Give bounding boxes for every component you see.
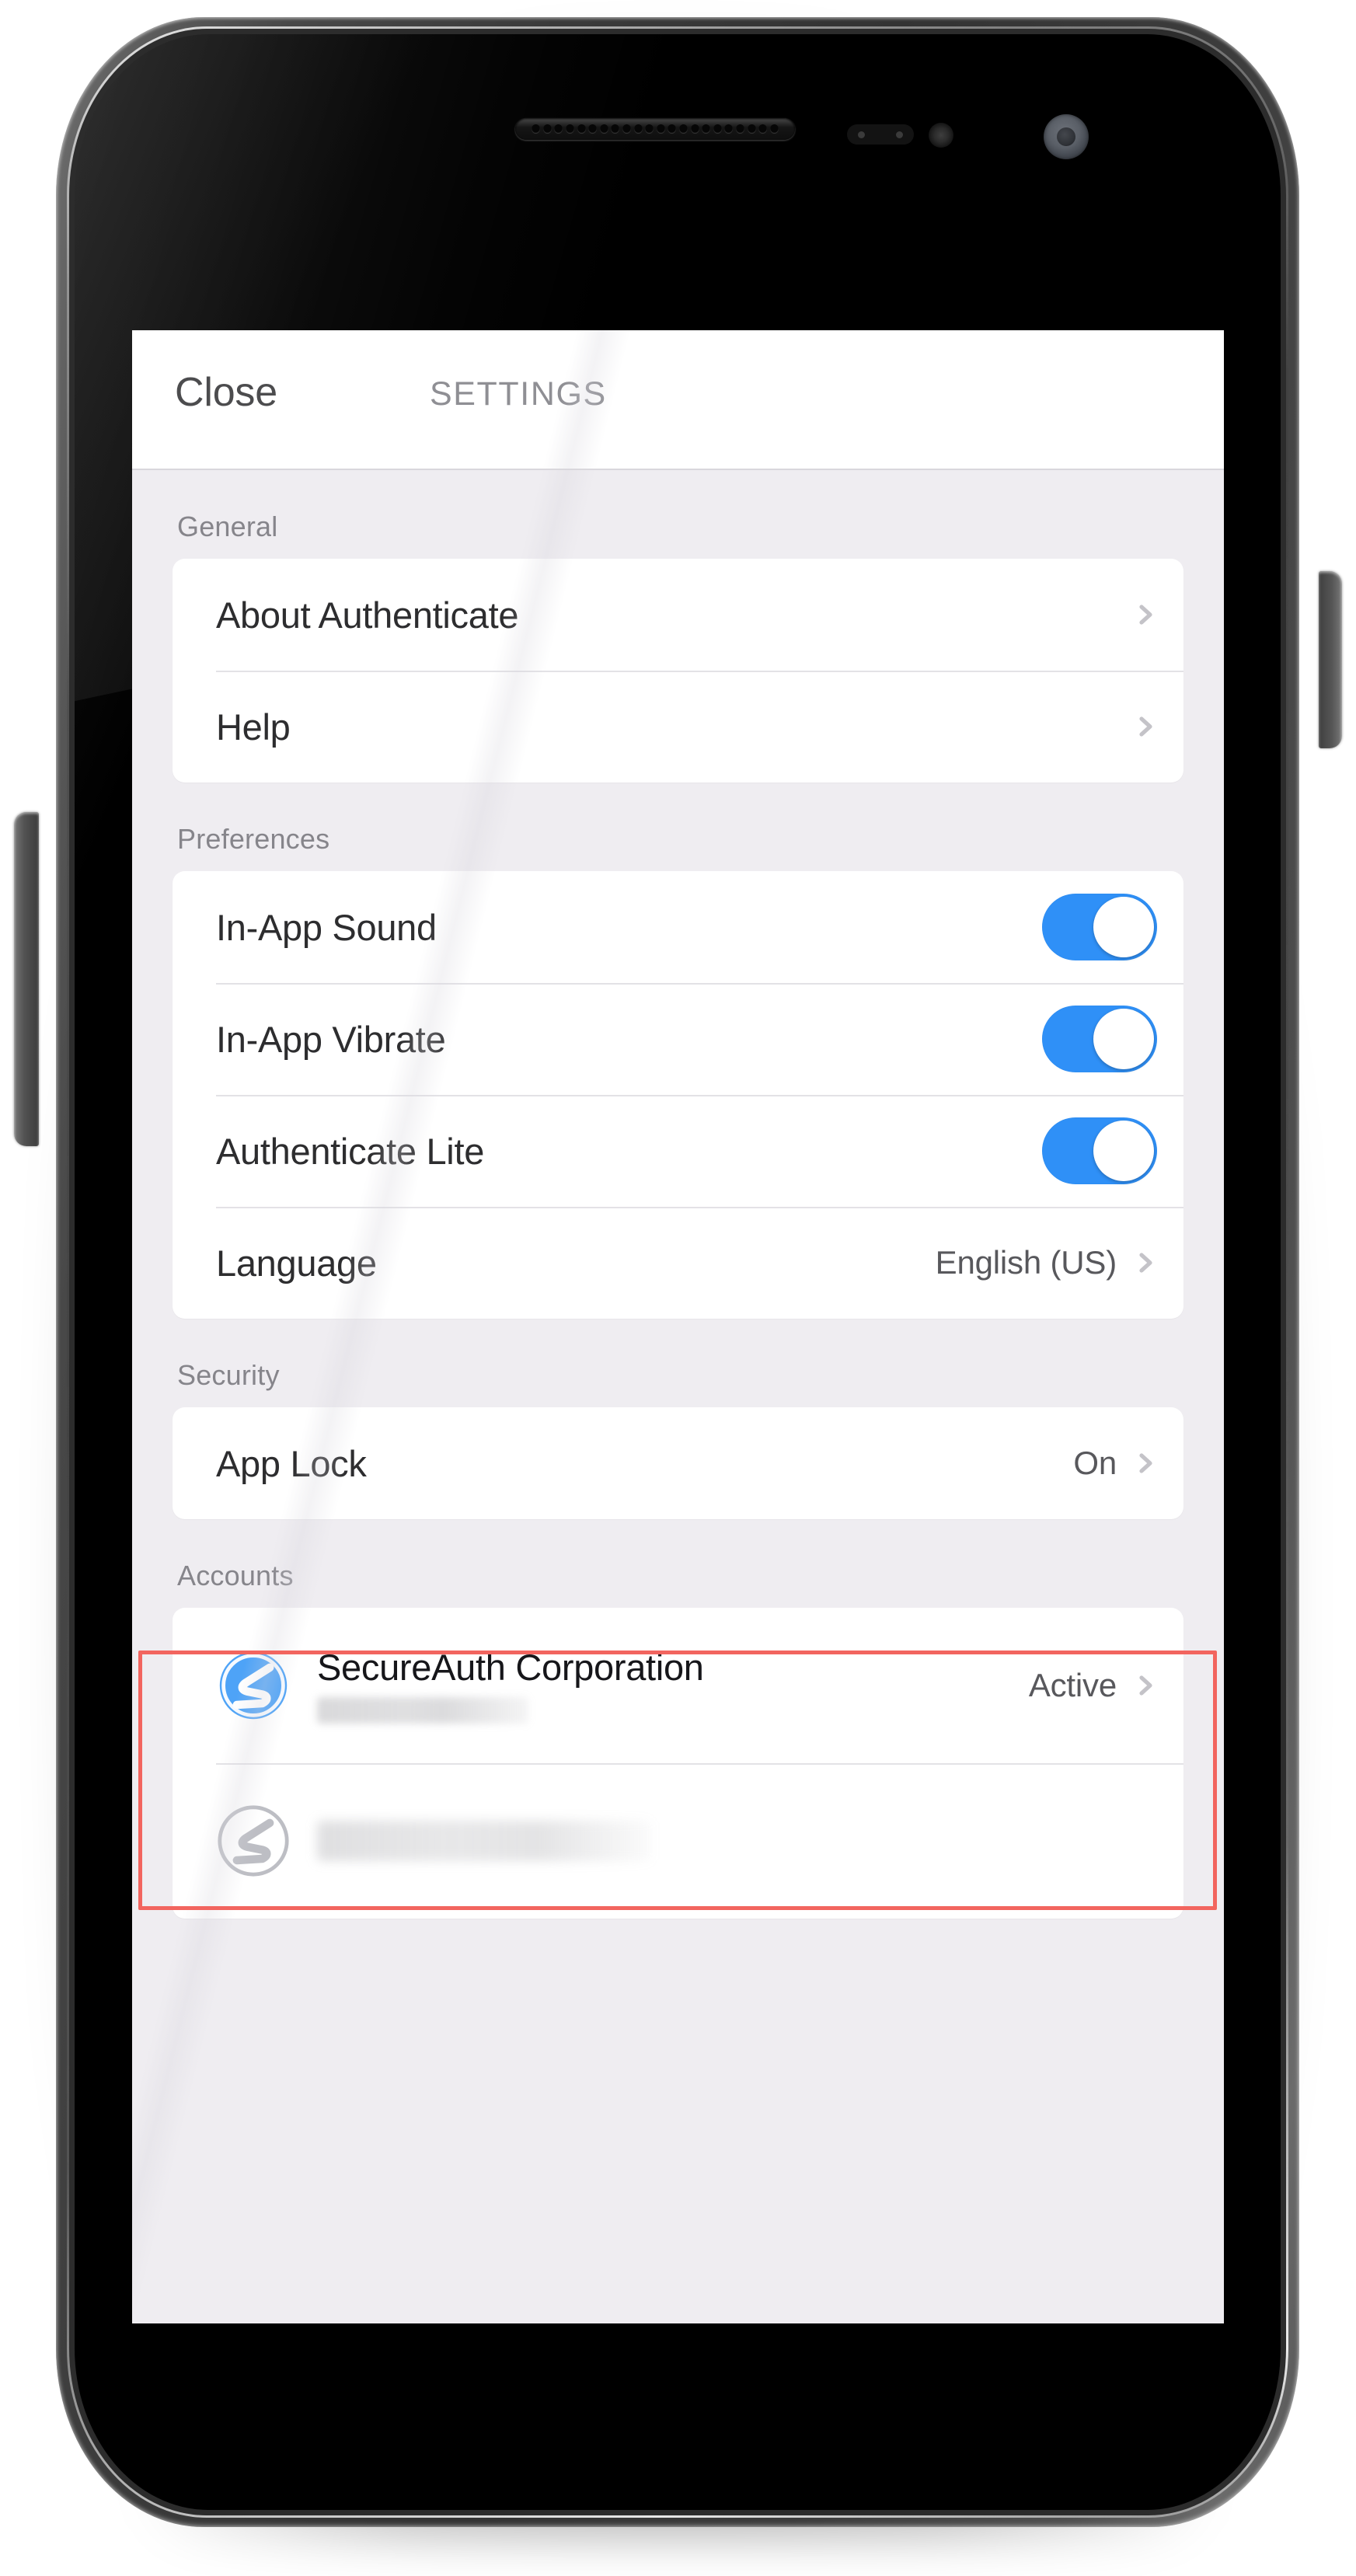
power-button[interactable]: [1319, 571, 1342, 748]
toggle-authenticate-lite[interactable]: [1042, 1117, 1157, 1184]
chevron-right-icon: [1139, 1675, 1152, 1696]
row-help[interactable]: Help: [173, 671, 1183, 783]
account-name: SecureAuth Corporation: [317, 1646, 704, 1688]
account-text: [317, 1821, 1157, 1861]
toggle-in-app-vibrate[interactable]: [1042, 1006, 1157, 1072]
grille-hole: [678, 124, 688, 134]
row-label: In-App Vibrate: [216, 1018, 446, 1060]
grille-hole: [702, 124, 711, 134]
grille-hole: [690, 124, 699, 134]
grille-hole: [735, 124, 744, 134]
row-about-authenticate[interactable]: About Authenticate: [173, 559, 1183, 671]
grille-hole: [668, 124, 677, 134]
grille-hole: [622, 124, 632, 134]
row-language[interactable]: Language English (US): [173, 1207, 1183, 1319]
grille-hole: [713, 124, 722, 134]
ambient-light-sensor-icon: [929, 123, 953, 148]
account-subtitle-redacted: [317, 1697, 528, 1724]
grille-hole: [656, 124, 665, 134]
grille-hole: [747, 124, 756, 134]
grille-hole: [758, 124, 768, 134]
chevron-right-icon: [1139, 1453, 1152, 1473]
section-header-accounts: Accounts: [177, 1560, 294, 1591]
account-row-secureauth[interactable]: SecureAuth Corporation Active: [173, 1608, 1183, 1763]
grille-hole: [633, 124, 643, 134]
row-label: Help: [216, 706, 291, 748]
speaker-grille-icon: [515, 118, 795, 140]
grille-hole: [532, 124, 541, 134]
chevron-right-icon: [1139, 716, 1152, 737]
row-label: About Authenticate: [216, 594, 519, 636]
row-label: App Lock: [216, 1442, 367, 1484]
account-text: SecureAuth Corporation: [317, 1647, 1029, 1724]
app-screen: Close SETTINGS General About Authenticat…: [132, 330, 1224, 2323]
account-logo-icon: [218, 1805, 289, 1877]
screenshot-stage: Close SETTINGS General About Authenticat…: [0, 0, 1356, 2576]
account-status-badge: Active: [1028, 1667, 1117, 1703]
chevron-right-icon: [1139, 605, 1152, 625]
row-value: English (US): [935, 1244, 1117, 1281]
navigation-bar: Close SETTINGS: [132, 330, 1224, 470]
grille-hole: [611, 124, 620, 134]
section-header-security: Security: [177, 1359, 280, 1391]
volume-rocker-button[interactable]: [14, 812, 39, 1146]
toggle-knob: [1093, 897, 1154, 957]
toggle-in-app-sound[interactable]: [1042, 894, 1157, 960]
row-app-lock[interactable]: App Lock On: [173, 1407, 1183, 1519]
row-authenticate-lite[interactable]: Authenticate Lite: [173, 1095, 1183, 1207]
grille-hole: [566, 124, 575, 134]
section-card-accounts: SecureAuth Corporation Active: [173, 1608, 1183, 1919]
front-camera-icon: [1044, 114, 1089, 159]
section-card-general: About Authenticate Help: [173, 559, 1183, 783]
row-label: Authenticate Lite: [216, 1130, 485, 1172]
secureauth-logo-icon: [219, 1651, 288, 1720]
section-card-security: App Lock On: [173, 1407, 1183, 1519]
account-name-redacted: [317, 1821, 651, 1861]
row-value: On: [1073, 1445, 1117, 1481]
section-header-general: General: [177, 511, 278, 542]
account-row-partial[interactable]: [173, 1763, 1183, 1919]
row-in-app-sound[interactable]: In-App Sound: [173, 871, 1183, 983]
row-label: In-App Sound: [216, 906, 437, 948]
section-card-preferences: In-App Sound In-App Vibrate Authenticate…: [173, 871, 1183, 1319]
row-in-app-vibrate[interactable]: In-App Vibrate: [173, 983, 1183, 1095]
grille-hole: [599, 124, 608, 134]
row-label: Language: [216, 1242, 377, 1284]
page-title: SETTINGS: [430, 375, 607, 413]
chevron-right-icon: [1139, 1253, 1152, 1273]
toggle-knob: [1093, 1009, 1154, 1069]
grille-hole: [769, 124, 779, 134]
section-header-preferences: Preferences: [177, 823, 330, 855]
toggle-knob: [1093, 1121, 1154, 1181]
grille-hole: [645, 124, 654, 134]
grille-hole: [554, 124, 563, 134]
grille-hole: [588, 124, 598, 134]
grille-hole: [577, 124, 586, 134]
grille-hole: [542, 124, 552, 134]
close-button[interactable]: Close: [175, 369, 277, 416]
settings-list[interactable]: General About Authenticate Help Preferen…: [132, 470, 1224, 2323]
grille-hole: [724, 124, 734, 134]
proximity-sensor-icon: [847, 124, 914, 145]
